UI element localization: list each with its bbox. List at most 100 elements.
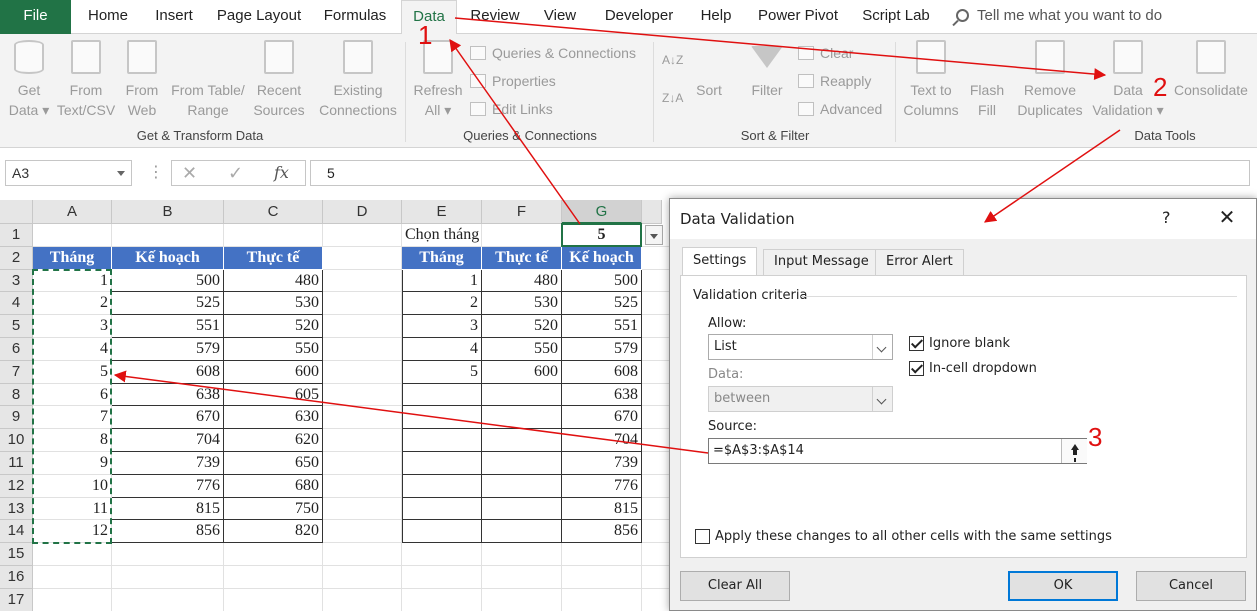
table-cell[interactable]: 551 bbox=[562, 315, 642, 338]
row-header-14[interactable]: 14 bbox=[0, 520, 33, 544]
table-cell[interactable]: 856 bbox=[562, 520, 642, 544]
table-cell[interactable]: 525 bbox=[112, 292, 224, 316]
table-cell[interactable]: 2 bbox=[33, 292, 112, 316]
cell[interactable] bbox=[323, 360, 402, 384]
row-header-13[interactable]: 13 bbox=[0, 497, 33, 521]
row-header-8[interactable]: 8 bbox=[0, 383, 33, 407]
row-header-11[interactable]: 11 bbox=[0, 452, 33, 475]
table-cell[interactable]: 530 bbox=[224, 292, 323, 316]
cell[interactable] bbox=[323, 566, 402, 589]
clear-filter-button[interactable]: Clear bbox=[798, 43, 853, 63]
table-cell[interactable]: 630 bbox=[224, 406, 323, 430]
apply-all-checkbox[interactable] bbox=[695, 529, 710, 544]
tab-view[interactable]: View bbox=[534, 0, 586, 34]
column-header-e[interactable]: E bbox=[402, 200, 482, 224]
text-to-columns-button[interactable]: Text to Columns bbox=[900, 40, 962, 120]
tab-home[interactable]: Home bbox=[80, 0, 136, 34]
column-header-b[interactable]: B bbox=[112, 200, 224, 224]
table-cell[interactable] bbox=[482, 429, 562, 452]
cell[interactable] bbox=[642, 566, 672, 589]
cell[interactable] bbox=[112, 543, 224, 566]
cell[interactable] bbox=[642, 588, 672, 611]
cell[interactable] bbox=[323, 269, 402, 293]
cell[interactable] bbox=[33, 566, 112, 589]
allow-select[interactable]: List bbox=[708, 334, 893, 360]
cell[interactable] bbox=[224, 566, 323, 589]
name-box[interactable]: A3 bbox=[5, 160, 132, 186]
cancel-icon[interactable]: ✕ bbox=[182, 161, 197, 185]
table-cell[interactable]: 3 bbox=[402, 315, 482, 338]
table-cell[interactable]: 815 bbox=[562, 497, 642, 521]
table-cell[interactable] bbox=[482, 497, 562, 521]
table-cell[interactable]: 1 bbox=[402, 269, 482, 293]
cell[interactable] bbox=[642, 520, 672, 544]
column-header-d[interactable]: D bbox=[323, 200, 402, 224]
cell[interactable] bbox=[562, 588, 642, 611]
table-cell[interactable]: 670 bbox=[562, 406, 642, 430]
ignore-blank-checkbox[interactable] bbox=[909, 336, 924, 351]
cell[interactable] bbox=[642, 452, 672, 475]
table-cell[interactable]: 620 bbox=[224, 429, 323, 452]
tab-file[interactable]: File bbox=[0, 0, 71, 34]
table-cell[interactable]: 3 bbox=[33, 315, 112, 338]
tab-review[interactable]: Review bbox=[464, 0, 526, 34]
from-text-csv-button[interactable]: From Text/CSV bbox=[54, 40, 118, 120]
column-header-a[interactable]: A bbox=[33, 200, 112, 224]
table-cell[interactable] bbox=[482, 383, 562, 407]
flash-fill-button[interactable]: Flash Fill bbox=[966, 40, 1008, 274]
table-cell[interactable]: 9 bbox=[33, 452, 112, 475]
existing-connections-button[interactable]: Existing Connections bbox=[316, 40, 400, 120]
properties-button[interactable]: Properties bbox=[470, 71, 556, 91]
table-cell[interactable]: 820 bbox=[224, 520, 323, 544]
cell[interactable] bbox=[323, 520, 402, 544]
table-cell[interactable]: 525 bbox=[562, 292, 642, 316]
table-cell[interactable]: 5 bbox=[402, 360, 482, 384]
tab-input-message[interactable]: Input Message bbox=[763, 249, 880, 275]
table-cell[interactable]: 739 bbox=[112, 452, 224, 475]
table-cell[interactable]: 638 bbox=[112, 383, 224, 407]
table-cell[interactable] bbox=[402, 497, 482, 521]
cell[interactable] bbox=[402, 543, 482, 566]
cell[interactable] bbox=[562, 543, 642, 566]
table-cell[interactable]: 776 bbox=[112, 474, 224, 498]
table-cell[interactable]: 6 bbox=[33, 383, 112, 407]
row-header-6[interactable]: 6 bbox=[0, 338, 33, 361]
cell[interactable] bbox=[642, 315, 672, 338]
table-cell[interactable]: 579 bbox=[112, 338, 224, 361]
tab-help[interactable]: Help bbox=[691, 0, 741, 34]
table-cell[interactable] bbox=[402, 429, 482, 452]
table-cell[interactable] bbox=[482, 520, 562, 544]
row-header-2[interactable]: 2 bbox=[0, 246, 33, 270]
from-web-button[interactable]: From Web bbox=[122, 40, 162, 120]
sort-button[interactable]: Sort bbox=[688, 40, 730, 274]
close-icon[interactable]: ✕ bbox=[1215, 205, 1239, 229]
table-cell[interactable] bbox=[482, 474, 562, 498]
table-cell[interactable]: 579 bbox=[562, 338, 642, 361]
cell[interactable] bbox=[562, 566, 642, 589]
table-cell[interactable]: 680 bbox=[224, 474, 323, 498]
row-header-10[interactable]: 10 bbox=[0, 429, 33, 452]
table-cell[interactable]: 11 bbox=[33, 497, 112, 521]
table-cell[interactable] bbox=[482, 452, 562, 475]
ok-button[interactable]: OK bbox=[1008, 571, 1118, 601]
cell[interactable] bbox=[112, 588, 224, 611]
sort-az-icon[interactable]: A↓Z bbox=[662, 50, 683, 70]
table-cell[interactable] bbox=[402, 520, 482, 544]
cell[interactable] bbox=[33, 588, 112, 611]
table-cell[interactable]: 500 bbox=[112, 269, 224, 293]
recent-sources-button[interactable]: Recent Sources bbox=[252, 40, 306, 120]
cell[interactable] bbox=[323, 452, 402, 475]
tab-power-pivot[interactable]: Power Pivot bbox=[750, 0, 846, 34]
get-data-button[interactable]: Get Data ▾ bbox=[6, 40, 52, 120]
filter-button[interactable]: Filter bbox=[744, 40, 790, 100]
cell[interactable] bbox=[323, 543, 402, 566]
cell[interactable] bbox=[323, 338, 402, 361]
from-table-range-button[interactable]: From Table/ Range bbox=[166, 40, 250, 274]
row-header-5[interactable]: 5 bbox=[0, 315, 33, 338]
row-header-16[interactable]: 16 bbox=[0, 566, 33, 589]
table-cell[interactable]: 500 bbox=[562, 269, 642, 293]
formula-input[interactable]: 5 bbox=[310, 160, 1250, 186]
table-cell[interactable]: 600 bbox=[224, 360, 323, 384]
sort-za-icon[interactable]: Z↓A bbox=[662, 88, 683, 108]
cell[interactable] bbox=[642, 429, 672, 452]
